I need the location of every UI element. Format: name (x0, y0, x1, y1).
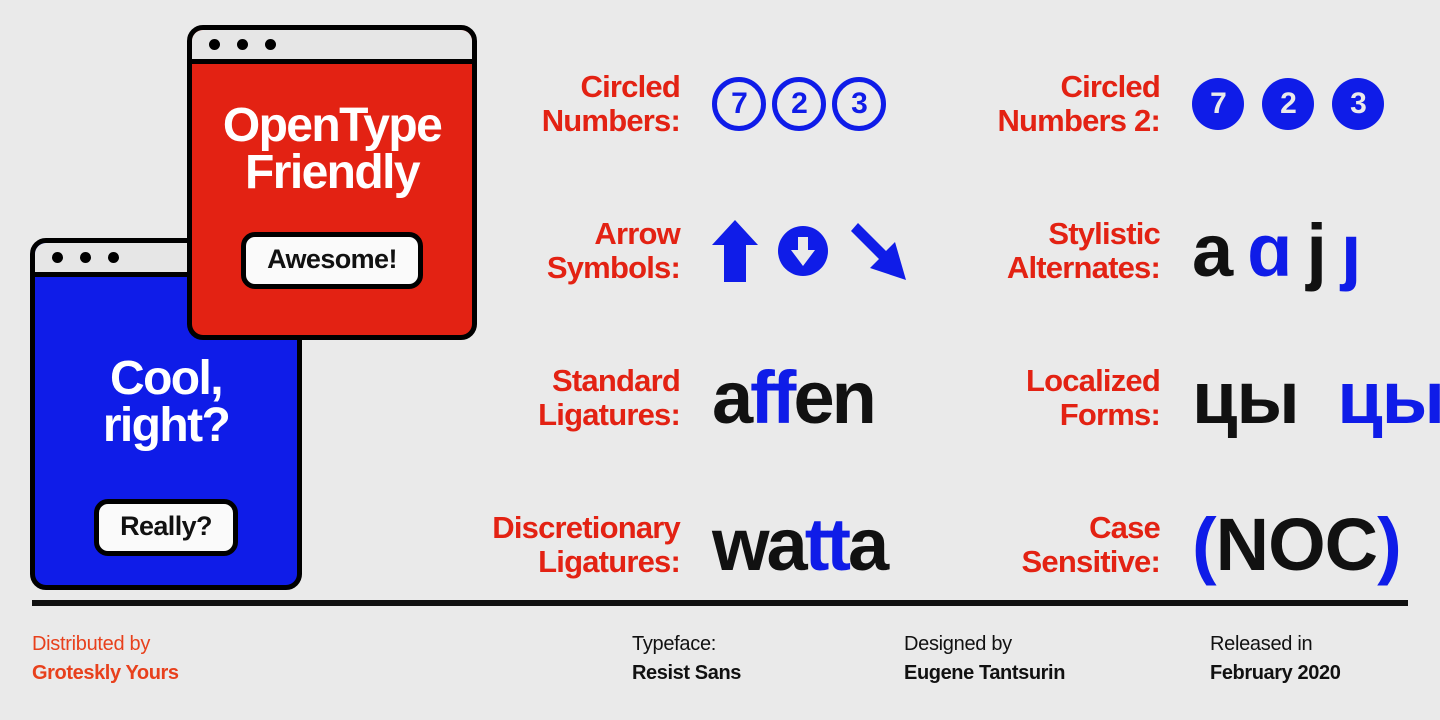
browser-window-red[interactable]: OpenType Friendly Awesome! (187, 25, 477, 340)
circled-number-glyph: 7 (1192, 77, 1244, 130)
footer-label: Typeface: (632, 633, 717, 655)
footer-col-typeface: Typeface: Resist Sans (632, 632, 904, 686)
feature-localized-forms: Localized Forms: цы цы (920, 324, 1440, 471)
footer-label: Released in (1210, 633, 1313, 655)
arrow-up-icon (712, 219, 758, 282)
feature-label: Localized Forms: (1025, 363, 1161, 432)
glyph-plain: a (712, 355, 753, 439)
feature-sample: (NOC) (1160, 507, 1405, 582)
feature-sample: aɑjȷ (1160, 213, 1405, 288)
glyph-plain: a (848, 502, 889, 586)
feature-discretionary-ligatures: Discretionary Ligatures: watta (440, 471, 920, 618)
window-dot-icon[interactable] (237, 39, 248, 50)
glyph-plain: NOC (1215, 502, 1378, 586)
window-heading-red: OpenType Friendly (222, 99, 443, 200)
feature-sample: цы цы (1160, 360, 1440, 435)
arrow-symbol-row (712, 219, 906, 282)
glyph-highlight: tt (804, 502, 851, 586)
glyph-highlight: ff (750, 355, 796, 439)
feature-label: Arrow Symbols: (546, 216, 681, 285)
footer-value: Eugene Tantsurin (904, 662, 1066, 684)
feature-arrow-symbols: Arrow Symbols: (440, 177, 920, 324)
feature-sample: 7 2 3 (680, 76, 920, 131)
feature-circled-numbers: Circled Numbers: 7 2 3 (440, 30, 920, 177)
feature-label: Stylistic Alternates: (1006, 216, 1161, 285)
feature-standard-ligatures: Standard Ligatures: affen (440, 324, 920, 471)
footer-label: Distributed by (32, 633, 151, 655)
footer-col-distributed-by: Distributed by Groteskly Yours (32, 632, 632, 686)
feature-sample: watta (680, 507, 920, 582)
window-dot-icon[interactable] (209, 39, 220, 50)
window-dot-icon[interactable] (265, 39, 276, 50)
feature-sample: 7 2 3 (1160, 77, 1405, 130)
feature-sample (680, 219, 920, 282)
window-heading-blue: Cool, right? (102, 352, 231, 453)
feature-stylistic-alternates: Stylistic Alternates: aɑjȷ (920, 177, 1405, 324)
feature-case-sensitive: Case Sensitive: (NOC) (920, 471, 1405, 618)
circled-number-outline-row: 7 2 3 (712, 76, 886, 131)
arrow-down-right-icon (851, 222, 906, 280)
circled-number-glyph: 7 (712, 76, 766, 131)
opentype-feature-grid: Circled Numbers: 7 2 3 Circled Numbers 2… (440, 30, 1440, 618)
feature-sample: affen (680, 360, 920, 435)
glyph-highlight: ɑ (1247, 208, 1307, 292)
awesome-button[interactable]: Awesome! (241, 232, 423, 290)
footer-value: Resist Sans (632, 662, 741, 684)
circled-number-glyph: 2 (1262, 77, 1314, 130)
glyph-plain: цы (1192, 355, 1300, 439)
glyph-sample: affen (712, 360, 877, 435)
glyph-plain: en (793, 355, 876, 439)
feature-label: Discretionary Ligatures: (492, 510, 681, 579)
glyph-sample: watta (712, 507, 889, 582)
window-titlebar-red (192, 30, 472, 64)
feature-label: Circled Numbers 2: (997, 69, 1160, 138)
footer-value: February 2020 (1210, 662, 1341, 684)
glyph-highlight: ( (1192, 502, 1217, 586)
glyph-sample: aɑjȷ (1192, 213, 1375, 288)
feature-label: Circled Numbers: (541, 69, 681, 138)
footer-col-released-in: Released in February 2020 (1210, 632, 1408, 686)
feature-label: Case Sensitive: (1021, 510, 1161, 579)
circled-number-filled-row: 7 2 3 (1192, 77, 1384, 130)
glyph-highlight: цы (1337, 355, 1440, 439)
footer-label: Designed by (904, 633, 1012, 655)
circled-number-glyph: 3 (832, 76, 886, 131)
glyph-plain: wa (712, 502, 808, 586)
glyph-sample: (NOC) (1192, 507, 1402, 582)
window-body-red: OpenType Friendly Awesome! (192, 64, 472, 335)
footer-col-designed-by: Designed by Eugene Tantsurin (904, 632, 1210, 686)
window-mockups: Cool, right? Really? OpenType Friendly A… (0, 0, 500, 600)
glyph-plain: j (1306, 208, 1341, 292)
window-dot-icon[interactable] (52, 252, 63, 263)
window-dot-icon[interactable] (80, 252, 91, 263)
arrow-down-circled-icon (778, 225, 828, 276)
really-button[interactable]: Really? (94, 499, 238, 557)
feature-label: Standard Ligatures: (538, 363, 681, 432)
feature-circled-numbers-2: Circled Numbers 2: 7 2 3 (920, 30, 1405, 177)
glyph-highlight: ) (1377, 502, 1402, 586)
glyph-plain: a (1192, 208, 1248, 292)
footer-divider (32, 600, 1408, 606)
glyph-sample: цы цы (1192, 360, 1440, 435)
glyph-highlight: ȷ (1340, 208, 1376, 292)
window-dot-icon[interactable] (108, 252, 119, 263)
footer: Distributed by Groteskly Yours Typeface:… (32, 632, 1408, 686)
footer-value: Groteskly Yours (32, 662, 179, 684)
circled-number-glyph: 3 (1332, 77, 1384, 130)
circled-number-glyph: 2 (772, 76, 826, 131)
